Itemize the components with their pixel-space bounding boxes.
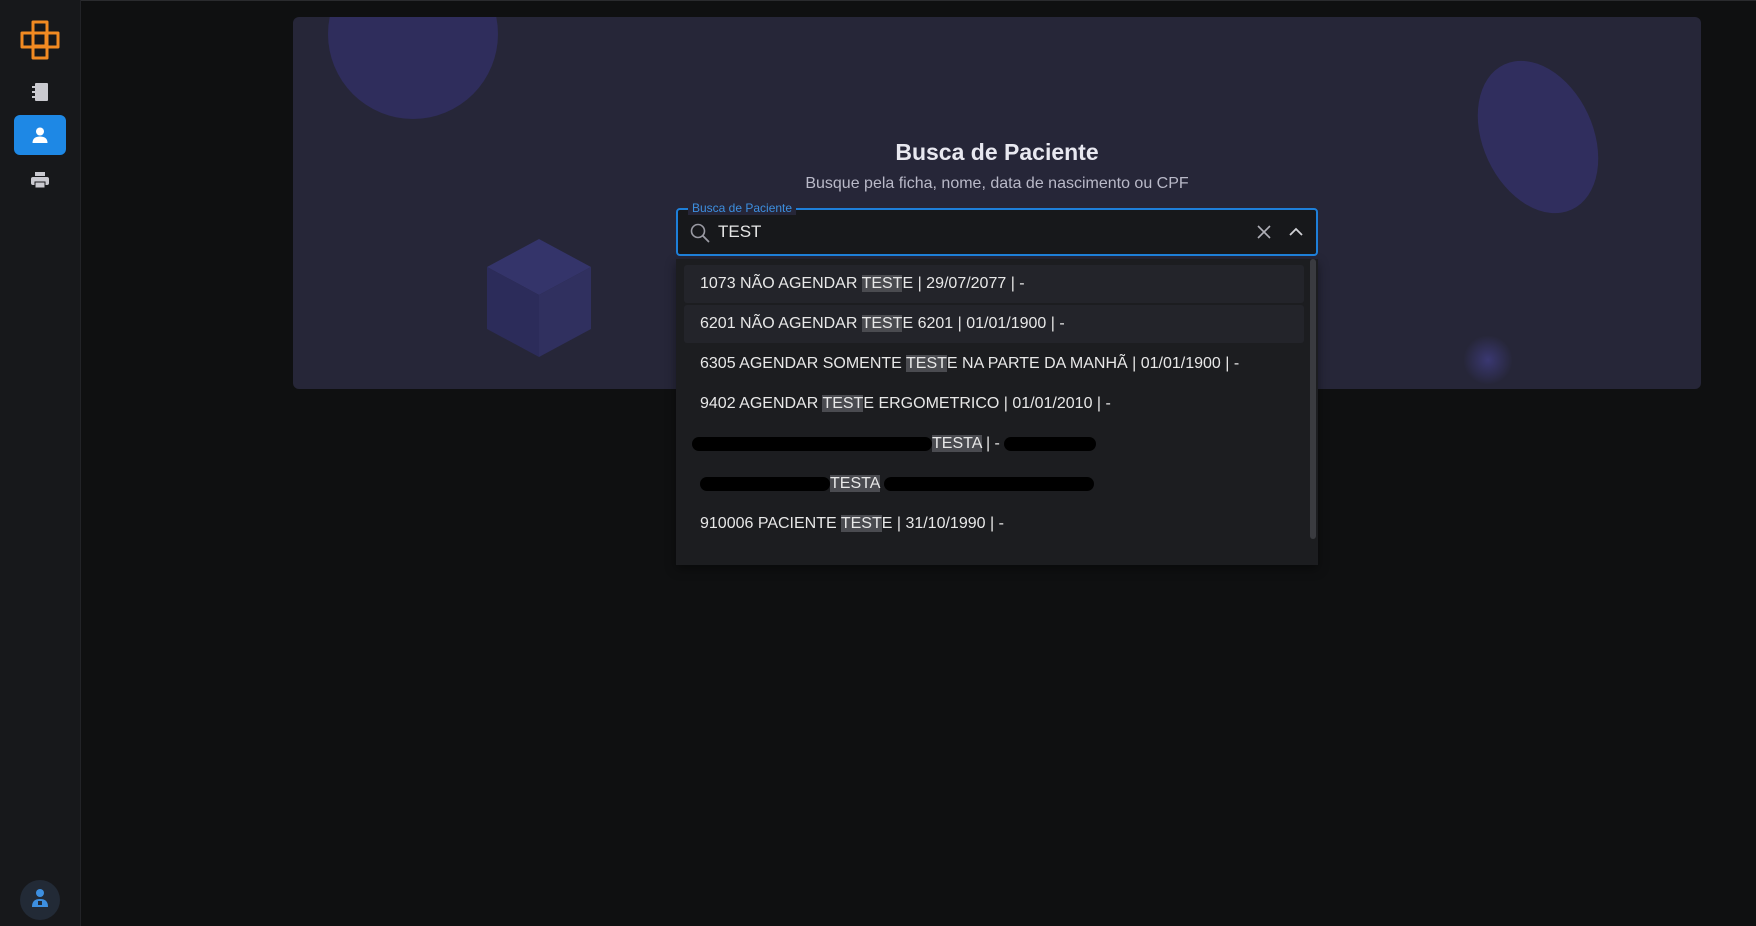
patient-search-field[interactable]: Busca de Paciente <box>676 201 1318 256</box>
top-divider <box>0 0 1756 1</box>
search-results-dropdown: 1073 NÃO AGENDAR TESTE | 29/07/2077 | - … <box>676 259 1318 565</box>
result-match: TEST <box>822 395 864 412</box>
result-match: TEST <box>906 355 947 372</box>
result-text: 910006 PACIENTE <box>700 515 841 532</box>
result-text: 6305 AGENDAR SOMENTE <box>700 355 906 372</box>
sidebar-item-notebook[interactable] <box>14 72 66 112</box>
user-icon <box>31 126 49 144</box>
dropdown-scrollbar[interactable] <box>1310 259 1316 539</box>
result-option[interactable]: TESTA | - <box>684 425 1304 463</box>
result-text: 1073 NÃO AGENDAR <box>700 275 862 292</box>
result-text: | - <box>981 435 1000 452</box>
printer-icon <box>30 171 50 189</box>
doctor-avatar-icon <box>31 888 49 913</box>
redacted-text <box>1003 436 1096 451</box>
decorative-glow <box>1463 335 1513 385</box>
result-text: 9402 AGENDAR <box>700 395 823 412</box>
result-option[interactable]: 9402 AGENDAR TESTE ERGOMETRICO | 01/01/2… <box>684 385 1304 423</box>
result-text: 6201 NÃO AGENDAR <box>700 315 862 332</box>
redacted-text <box>884 476 1095 491</box>
app-logo-icon[interactable] <box>20 20 60 60</box>
result-option[interactable]: 1073 NÃO AGENDAR TESTE | 29/07/2077 | - <box>684 265 1304 303</box>
decorative-oval <box>1454 41 1622 233</box>
result-option[interactable]: 6201 NÃO AGENDAR TESTE 6201 | 01/01/1900… <box>684 305 1304 343</box>
result-match: TEST <box>861 275 903 292</box>
clear-icon[interactable] <box>1256 224 1272 245</box>
result-option[interactable]: 910006 PACIENTE TESTE | 31/10/1990 | - <box>684 505 1304 543</box>
decorative-circle <box>328 17 498 119</box>
sidebar-item-print[interactable] <box>14 160 66 200</box>
search-input[interactable] <box>718 210 1218 254</box>
search-icon <box>690 223 710 248</box>
redacted-text <box>692 436 932 451</box>
redacted-text <box>700 476 830 491</box>
notebook-icon <box>31 82 49 102</box>
result-match: TEST <box>840 515 882 532</box>
sidebar <box>0 0 81 926</box>
sidebar-item-patients[interactable] <box>14 115 66 155</box>
result-option[interactable]: 6305 AGENDAR SOMENTE TESTE NA PARTE DA M… <box>684 345 1304 383</box>
result-text: E | 29/07/2077 | - <box>902 275 1025 292</box>
result-match: TESTA <box>932 435 982 452</box>
chevron-up-icon[interactable] <box>1288 225 1304 244</box>
result-text: E ERGOMETRICO | 01/01/2010 | - <box>863 395 1111 412</box>
result-text: E 6201 | 01/01/1900 | - <box>902 315 1065 332</box>
result-text: E NA PARTE DA MANHÃ | 01/01/1900 | - <box>946 355 1240 372</box>
page-subtitle: Busque pela ficha, nome, data de nascime… <box>805 175 1189 192</box>
result-text: E | 31/10/1990 | - <box>881 515 1004 532</box>
page-title: Busca de Paciente <box>895 139 1099 165</box>
result-option[interactable]: TESTA <box>684 465 1304 503</box>
decorative-cube <box>487 239 591 357</box>
user-avatar[interactable] <box>20 880 60 920</box>
result-match: TEST <box>861 315 903 332</box>
result-match: TESTA <box>830 475 881 492</box>
